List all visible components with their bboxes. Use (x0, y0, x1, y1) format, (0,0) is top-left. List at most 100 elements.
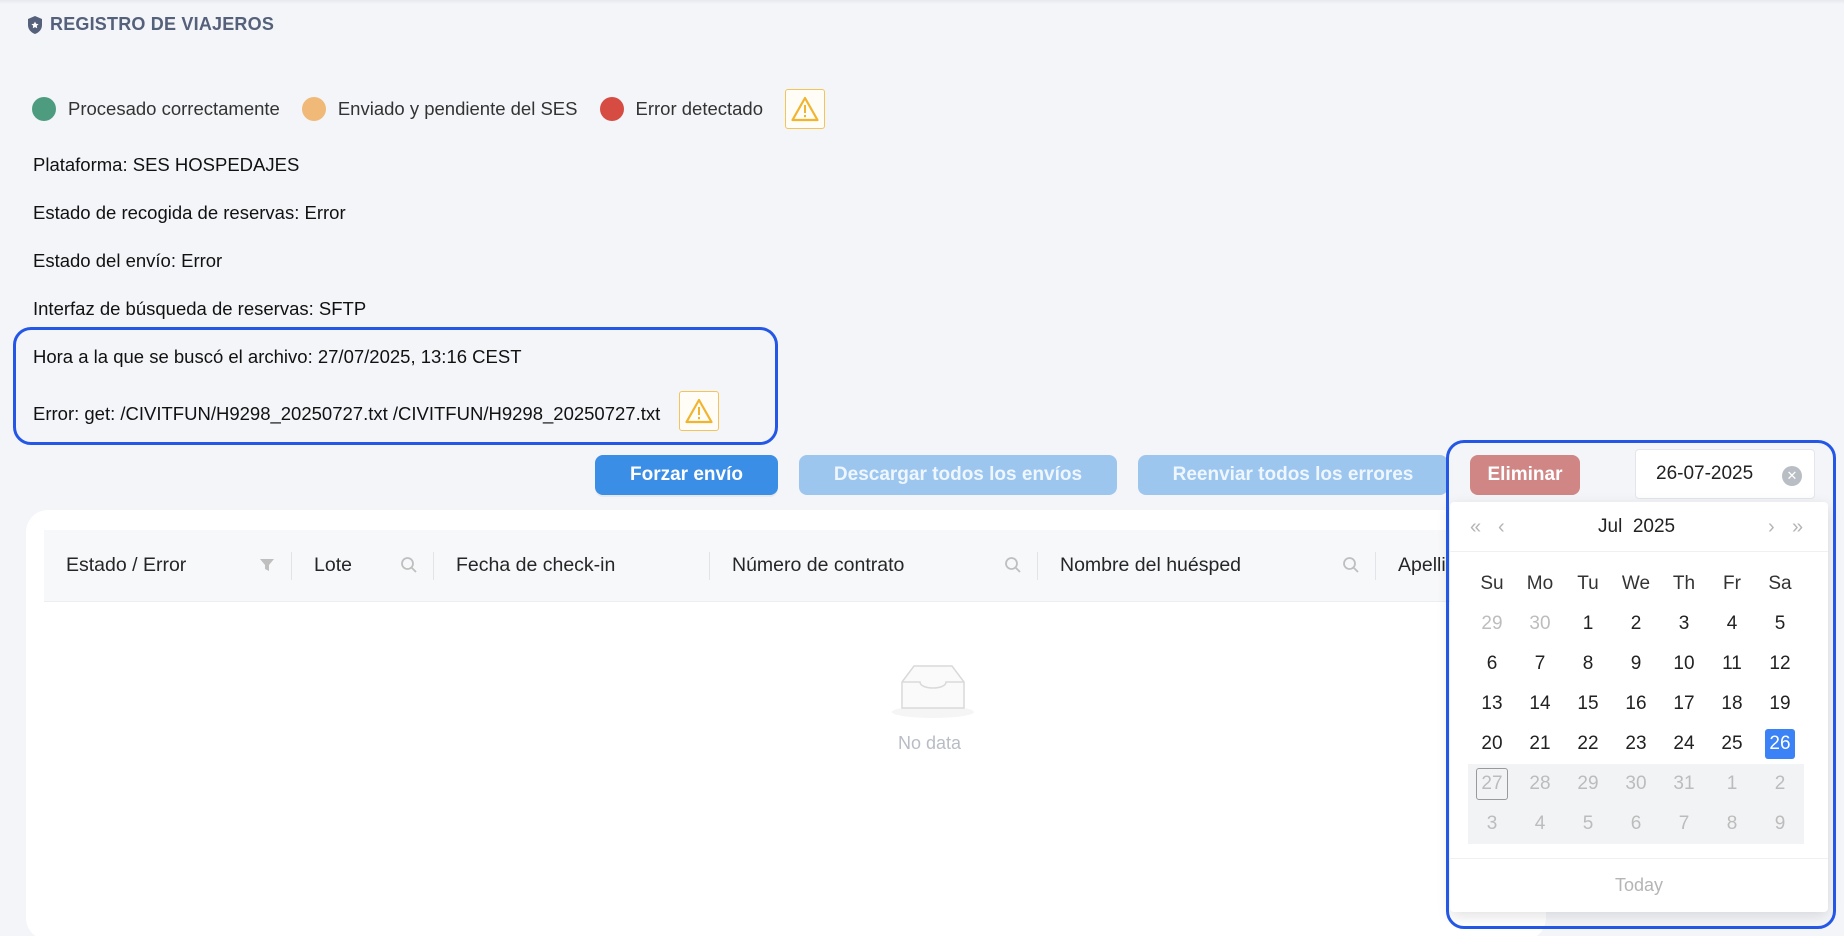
warning-icon (685, 398, 713, 424)
delete-button[interactable]: Eliminar (1470, 455, 1580, 495)
next-year-icon[interactable]: » (1792, 516, 1803, 539)
collection-status: Estado de recogida de reservas: Error (33, 202, 346, 223)
legend-item-processed: Procesado correctamente (32, 97, 280, 121)
today-button[interactable]: Today (1450, 858, 1828, 912)
calendar-day: 4 (1534, 813, 1546, 834)
red-dot-icon (599, 97, 624, 121)
legend-item-error: Error detectado (599, 97, 764, 121)
search-icon[interactable] (1004, 556, 1022, 574)
calendar-day[interactable]: 18 (1708, 684, 1756, 724)
search-icon[interactable] (1342, 556, 1360, 574)
calendar-day[interactable]: 23 (1612, 724, 1660, 764)
weekday-row: Su Mo Tu We Th Fr Sa (1468, 564, 1804, 604)
calendar-week-disabled: 3 4 5 6 7 8 9 (1468, 804, 1804, 844)
calendar-day[interactable]: 30 (1516, 604, 1564, 644)
calendar-day[interactable]: 21 (1516, 724, 1564, 764)
empty-state-text: No data (898, 733, 962, 753)
calendar-day[interactable]: 17 (1660, 684, 1708, 724)
shield-icon (28, 15, 42, 34)
page-header: REGISTRO DE VIAJEROS (26, 14, 274, 35)
calendar-week-disabled: 27 28 29 30 31 1 2 (1468, 764, 1804, 804)
calendar-day[interactable]: 11 (1708, 644, 1756, 684)
calendar-week: 13 14 15 16 17 18 19 (1468, 684, 1804, 724)
column-huesped[interactable]: Nombre del huésped (1038, 530, 1376, 602)
calendar-day: 7 (1678, 813, 1690, 834)
legend-warning-button[interactable] (785, 89, 826, 129)
error-message: Error: get: /CIVITFUN/H9298_20250727.txt… (33, 403, 661, 424)
calendar-day[interactable]: 9 (1612, 644, 1660, 684)
calendar-day[interactable]: 8 (1564, 644, 1612, 684)
download-all-button[interactable]: Descargar todos los envíos (799, 455, 1117, 495)
calendar-day[interactable]: 14 (1516, 684, 1564, 724)
error-warning-button[interactable] (679, 391, 719, 431)
weekday-label: We (1621, 573, 1651, 594)
calendar-day[interactable]: 16 (1612, 684, 1660, 724)
column-lote[interactable]: Lote (292, 530, 434, 602)
calendar-day[interactable]: 6 (1468, 644, 1516, 684)
calendar-day: 31 (1673, 773, 1695, 794)
calendar-day[interactable]: 2 (1612, 604, 1660, 644)
calendar-day[interactable]: 20 (1468, 724, 1516, 764)
column-estado[interactable]: Estado / Error (44, 530, 292, 602)
calendar-day-selected[interactable]: 26 (1756, 724, 1804, 764)
date-picker-dropdown: « ‹ Jul 2025 › » Su Mo Tu We Th Fr Sa 29… (1450, 502, 1828, 912)
calendar-year[interactable]: 2025 (1633, 516, 1675, 537)
legend-label: Enviado y pendiente del SES (337, 98, 578, 119)
prev-month-icon[interactable]: ‹ (1498, 516, 1505, 539)
date-value: 26-07-2025 (1656, 463, 1754, 484)
calendar-day[interactable]: 15 (1564, 684, 1612, 724)
calendar-month[interactable]: Jul (1598, 516, 1622, 537)
force-send-button[interactable]: Forzar envío (595, 455, 778, 495)
top-shadow (0, 0, 1844, 4)
calendar-day: 3 (1486, 813, 1498, 834)
warning-icon (791, 96, 819, 122)
calendar-day[interactable]: 19 (1756, 684, 1804, 724)
calendar-day[interactable]: 12 (1756, 644, 1804, 684)
search-interface: Interfaz de búsqueda de reservas: SFTP (33, 298, 367, 319)
date-picker-input[interactable]: 26-07-2025 ✕ (1635, 449, 1815, 499)
status-legend: Procesado correctamente Enviado y pendie… (32, 89, 826, 129)
calendar-day[interactable]: 29 (1468, 604, 1516, 644)
calendar-day[interactable]: 5 (1756, 604, 1804, 644)
column-checkin[interactable]: Fecha de check-in (434, 530, 710, 602)
search-icon[interactable] (400, 556, 418, 574)
column-label: Lote (314, 554, 352, 576)
calendar-day[interactable]: 22 (1564, 724, 1612, 764)
weekday-label: Mo (1526, 573, 1554, 594)
prev-year-icon[interactable]: « (1470, 516, 1481, 539)
send-status: Estado del envío: Error (33, 250, 223, 271)
calendar-day[interactable]: 1 (1564, 604, 1612, 644)
column-label: Estado / Error (66, 554, 187, 576)
calendar-day: 9 (1774, 813, 1786, 834)
calendar-day[interactable]: 4 (1708, 604, 1756, 644)
calendar-day[interactable]: 10 (1660, 644, 1708, 684)
calendar-day: 8 (1726, 813, 1738, 834)
calendar-day: 6 (1630, 813, 1642, 834)
green-dot-icon (32, 97, 56, 121)
calendar-week: 6 7 8 9 10 11 12 (1468, 644, 1804, 684)
weekday-label: Th (1672, 573, 1696, 594)
weekday-label: Su (1480, 573, 1504, 594)
calendar-day[interactable]: 13 (1468, 684, 1516, 724)
resend-errors-button[interactable]: Reenviar todos los errores (1138, 455, 1448, 495)
column-contrato[interactable]: Número de contrato (710, 530, 1038, 602)
weekday-label: Tu (1577, 573, 1599, 594)
calendar-day[interactable]: 3 (1660, 604, 1708, 644)
calendar-week: 29 30 1 2 3 4 5 (1468, 604, 1804, 644)
legend-item-pending: Enviado y pendiente del SES (301, 97, 578, 121)
table-header: Estado / Error Lote Fecha de check-in Nú… (44, 530, 1544, 602)
clear-icon[interactable]: ✕ (1782, 466, 1802, 486)
next-month-icon[interactable]: › (1768, 516, 1775, 539)
page-title: REGISTRO DE VIAJEROS (50, 14, 275, 34)
calendar-day[interactable]: 7 (1516, 644, 1564, 684)
calendar-day: 5 (1582, 813, 1594, 834)
filter-icon[interactable] (258, 556, 276, 574)
column-label: Nombre del huésped (1060, 554, 1242, 576)
calendar-grid: Su Mo Tu We Th Fr Sa 29 30 1 2 3 4 5 6 7… (1468, 564, 1804, 844)
legend-label: Procesado correctamente (68, 98, 280, 119)
today-day-label: 27 (1476, 768, 1508, 800)
calendar-day[interactable]: 25 (1708, 724, 1756, 764)
legend-label: Error detectado (635, 98, 764, 119)
calendar-day[interactable]: 24 (1660, 724, 1708, 764)
orange-dot-icon (301, 97, 326, 121)
